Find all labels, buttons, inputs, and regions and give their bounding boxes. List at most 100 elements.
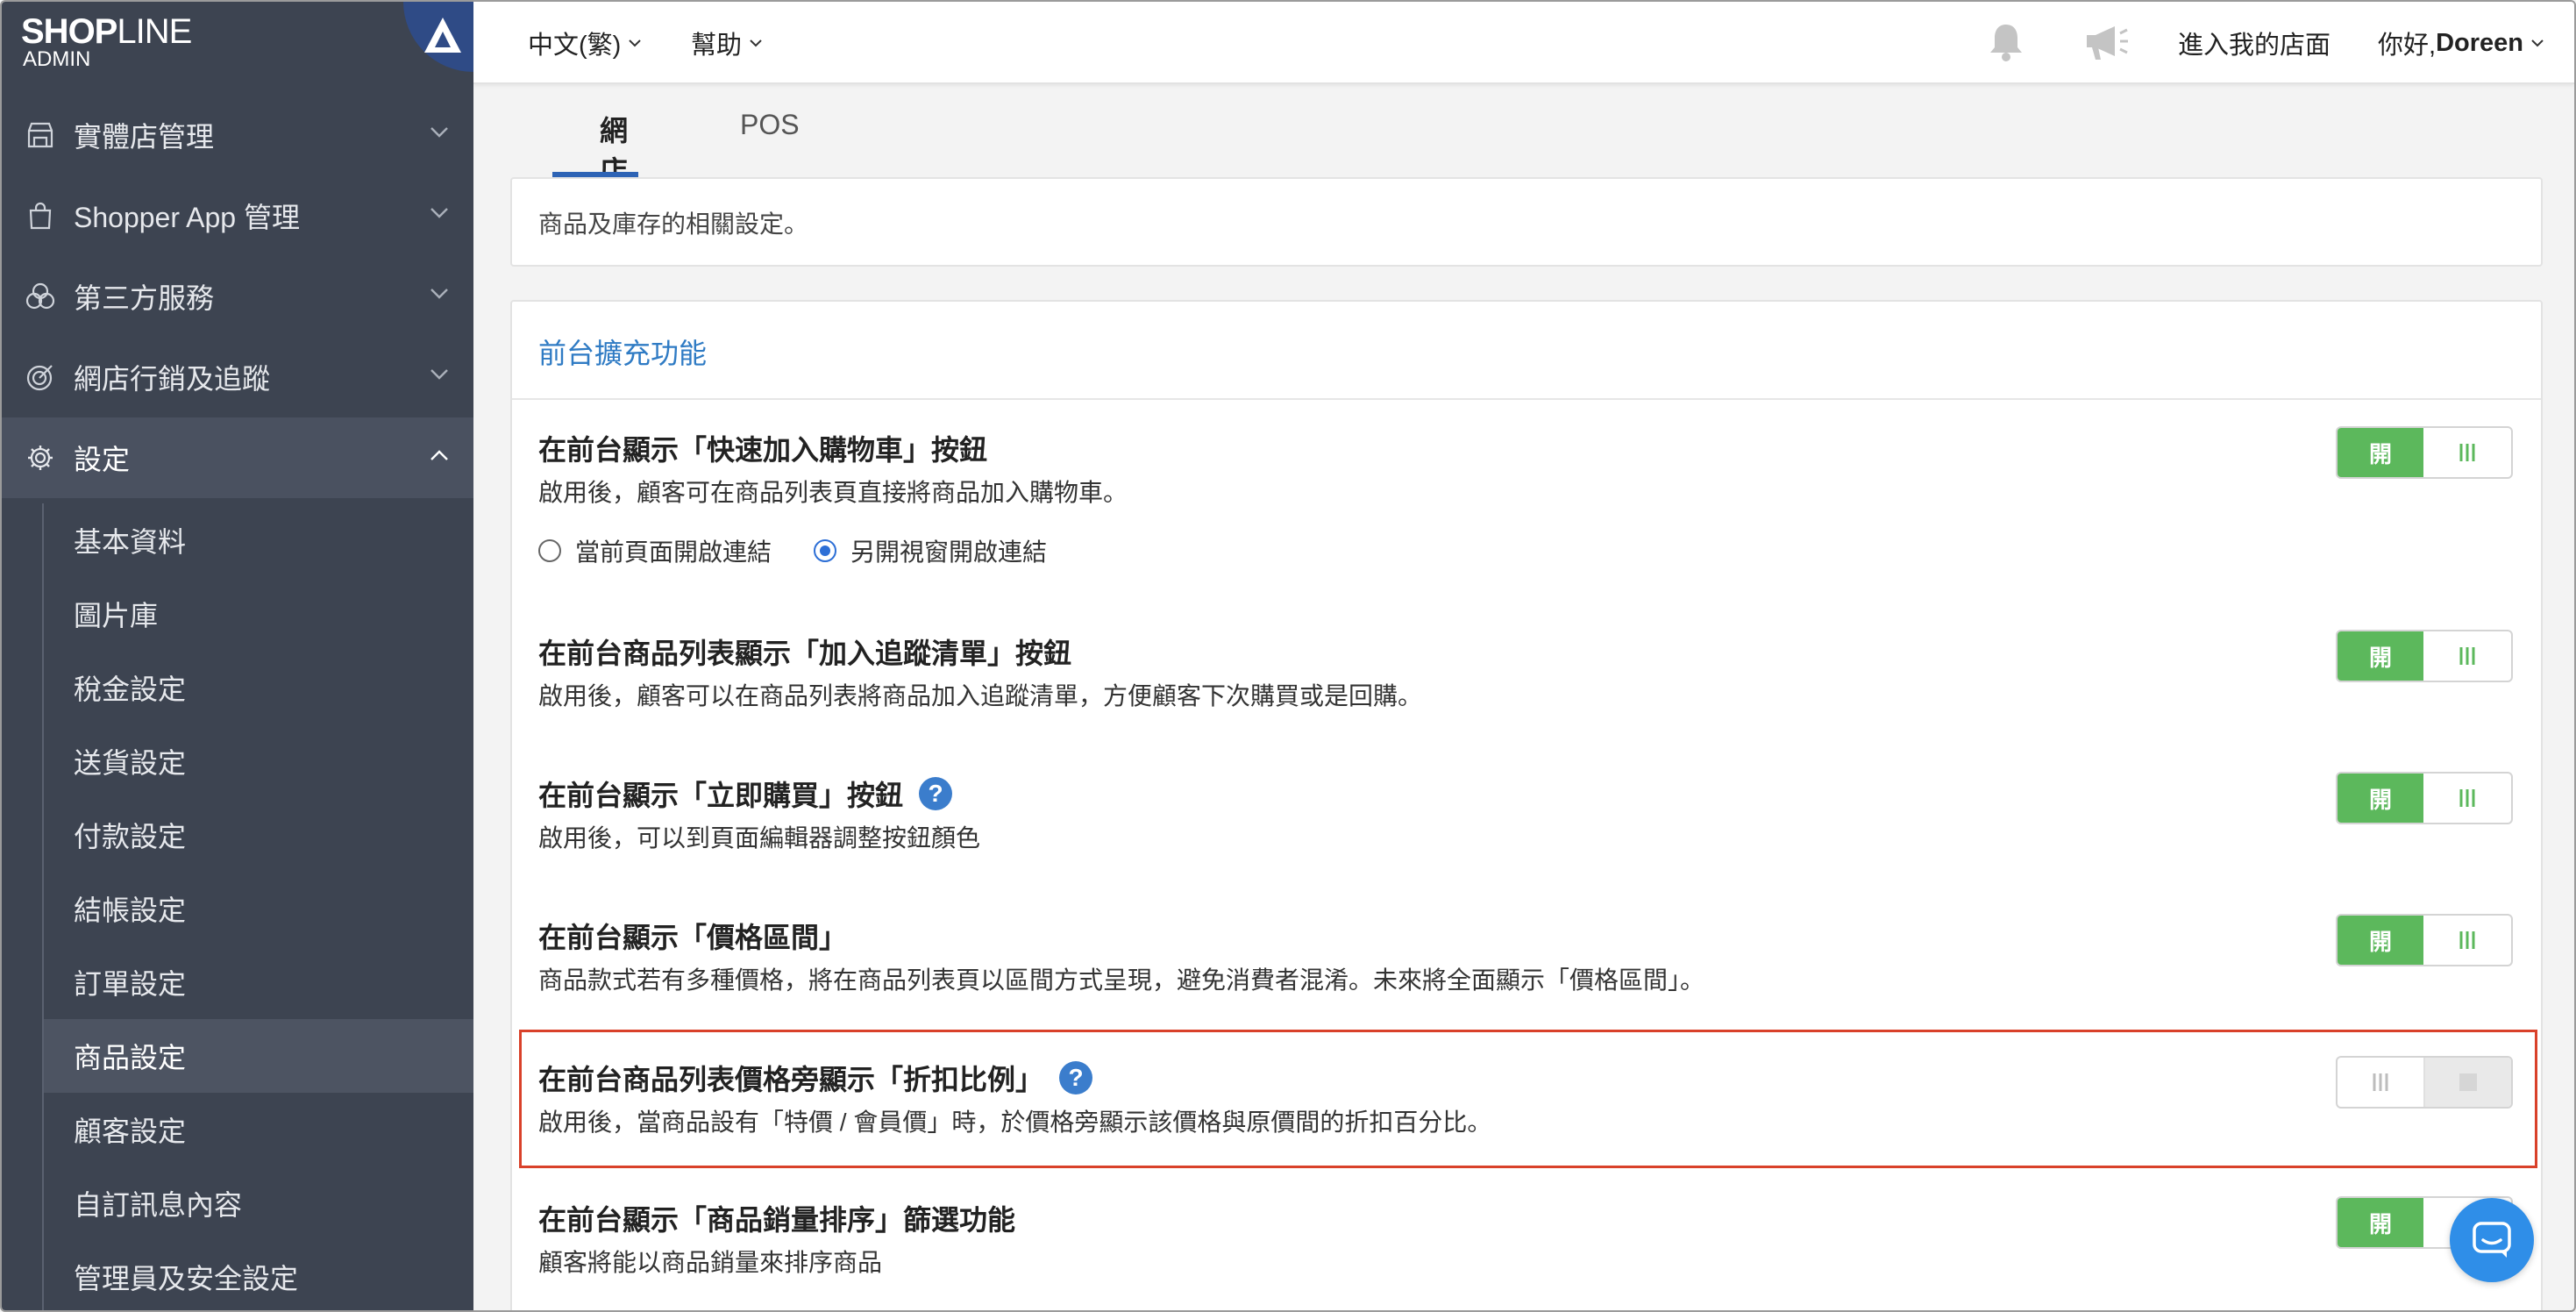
gear-icon [23, 440, 58, 475]
setting-row-quick-add-cart: 在前台顯示「快速加入購物車」按鈕 啟用後，顧客可在商品列表頁直接將商品加入購物車… [512, 398, 2541, 612]
logo-bold-text: SHOP [21, 12, 117, 51]
toggle-switch[interactable]: 開 [2336, 426, 2513, 479]
toggle-switch[interactable]: 開 [2336, 914, 2513, 966]
radio-current-page[interactable] [538, 539, 561, 562]
setting-title: 在前台商品列表價格旁顯示「折扣比例」 [538, 1064, 1044, 1095]
sub-item-image-library[interactable]: 圖片庫 [44, 577, 473, 651]
logo-sub-text: ADMIN [23, 47, 91, 71]
chevron-down-icon [431, 369, 448, 380]
setting-row-discount-ratio: 在前台商品列表價格旁顯示「折扣比例」 ? 啟用後，當商品設有「特價 / 會員價」… [512, 1037, 2541, 1180]
sidebar-item-label: 實體店管理 [74, 121, 215, 153]
grip-icon [2423, 631, 2511, 681]
logo-light-text: LINE [117, 12, 192, 51]
chat-launcher-button[interactable] [2450, 1198, 2534, 1282]
toggle-off-knob [2425, 1058, 2511, 1107]
logo[interactable]: SHOPLINE ADMIN [2, 2, 473, 81]
link-open-options: 當前頁面開啟連結 另開視窗開啟連結 [538, 533, 1089, 568]
app-window: SHOPLINE ADMIN 實體店管理 Shopper App 管理 第三方服… [0, 0, 2576, 1312]
toggle-on-label: 開 [2338, 916, 2423, 965]
language-label: 中文(繁) [528, 32, 622, 60]
user-menu[interactable]: 你好, Doreen [2378, 25, 2544, 61]
sub-item-payment-settings[interactable]: 付款設定 [44, 798, 473, 872]
sub-item-customer-settings[interactable]: 顧客設定 [44, 1093, 473, 1166]
chevron-down-icon [431, 208, 448, 218]
setting-description: 商品款式若有多種價格，將在商品列表頁以區間方式呈現，避免消費者混淆。未來將全面顯… [538, 966, 1705, 994]
chat-icon [2473, 1222, 2511, 1258]
sub-item-admin-security[interactable]: 管理員及安全設定 [44, 1240, 473, 1310]
mountain-logo-icon [424, 18, 461, 53]
store-icon [23, 118, 58, 153]
page-description: 商品及庫存的相關設定。 [538, 210, 809, 238]
setting-description: 啟用後，當商品設有「特價 / 會員價」時，於價格旁顯示該價格與原價間的折扣百分比… [538, 1109, 1492, 1136]
chevron-down-icon [431, 127, 448, 138]
greeting-text: 你好, [2378, 32, 2437, 60]
grip-icon [2423, 428, 2511, 477]
sidebar-nav: 實體店管理 Shopper App 管理 第三方服務 網店行銷及追蹤 設定 [2, 95, 473, 498]
sidebar-item-label: 網店行銷及追蹤 [74, 363, 271, 395]
megaphone-icon[interactable] [2080, 19, 2132, 65]
toggle-on-label: 開 [2338, 774, 2423, 823]
sidebar-item-third-party[interactable]: 第三方服務 [2, 256, 473, 337]
setting-row-price-range: 在前台顯示「價格區間」 商品款式若有多種價格，將在商品列表頁以區間方式呈現，避免… [512, 895, 2541, 1037]
setting-row-buy-now: 在前台顯示「立即購買」按鈕 ? 啟用後，可以到頁面編輯器調整按鈕顏色 開 [512, 752, 2541, 895]
setting-title: 在前台顯示「商品銷量排序」篩選功能 [538, 1204, 1016, 1236]
radio-label: 當前頁面開啟連結 [575, 538, 772, 566]
language-dropdown[interactable]: 中文(繁) [528, 25, 642, 61]
toggle-on-label: 開 [2338, 631, 2423, 681]
radio-new-window[interactable] [814, 539, 837, 562]
sub-item-tax-settings[interactable]: 稅金設定 [44, 651, 473, 724]
sub-item-checkout-settings[interactable]: 結帳設定 [44, 872, 473, 945]
settings-submenu: 基本資料 圖片庫 稅金設定 送貨設定 付款設定 結帳設定 訂單設定 商品設定 顧… [42, 503, 473, 1310]
grip-icon [2338, 1058, 2425, 1107]
setting-row-wishlist: 在前台商品列表顯示「加入追蹤清單」按鈕 啟用後，顧客可以在商品列表將商品加入追蹤… [512, 612, 2541, 752]
toggle-switch[interactable]: 開 [2336, 630, 2513, 682]
sub-item-custom-messages[interactable]: 自訂訊息內容 [44, 1166, 473, 1240]
target-icon [23, 360, 58, 395]
top-bar: 中文(繁) 幫助 進入我的店面 你好, Doreen [473, 2, 2574, 84]
sidebar-item-shopper-app[interactable]: Shopper App 管理 [2, 175, 473, 256]
sidebar-item-label: 第三方服務 [74, 282, 215, 314]
brand-corner-badge [403, 2, 473, 72]
sub-item-order-settings[interactable]: 訂單設定 [44, 945, 473, 1019]
setting-title: 在前台顯示「快速加入購物車」按鈕 [538, 434, 988, 466]
setting-description: 顧客將能以商品銷量來排序商品 [538, 1249, 883, 1276]
help-icon[interactable]: ? [1059, 1061, 1093, 1095]
sub-item-product-settings[interactable]: 商品設定 [44, 1019, 473, 1093]
section-title: 前台擴充功能 [538, 338, 708, 369]
sidebar-item-marketing[interactable]: 網店行銷及追蹤 [2, 337, 473, 417]
grip-icon [2423, 916, 2511, 965]
toggle-on-label: 開 [2338, 1198, 2423, 1247]
sub-item-delivery-settings[interactable]: 送貨設定 [44, 724, 473, 798]
sub-item-basic-info[interactable]: 基本資料 [44, 503, 473, 577]
chevron-down-icon [750, 39, 762, 47]
chevron-down-icon [2531, 39, 2544, 47]
enter-store-link[interactable]: 進入我的店面 [2178, 25, 2330, 61]
section-header: 前台擴充功能 [512, 302, 2541, 400]
bell-icon[interactable] [1982, 19, 2031, 65]
description-card: 商品及庫存的相關設定。 [510, 177, 2543, 267]
chevron-down-icon [629, 39, 642, 47]
tab-pos[interactable]: POS [740, 109, 800, 141]
setting-description: 啟用後，可以到頁面編輯器調整按鈕顏色 [538, 824, 981, 852]
toggle-on-label: 開 [2338, 428, 2423, 477]
setting-description: 啟用後，顧客可在商品列表頁直接將商品加入購物車。 [538, 479, 1128, 506]
shopping-bag-icon [23, 198, 58, 233]
setting-title-wrap: 在前台商品列表價格旁顯示「折扣比例」 ? [538, 1058, 1093, 1098]
user-name: Doreen [2436, 28, 2523, 57]
help-icon[interactable]: ? [919, 777, 953, 810]
chevron-up-icon [431, 450, 448, 460]
help-dropdown[interactable]: 幫助 [691, 25, 763, 61]
enter-store-label: 進入我的店面 [2178, 32, 2331, 60]
setting-title: 在前台商品列表顯示「加入追蹤清單」按鈕 [538, 638, 1072, 669]
sidebar-item-store-management[interactable]: 實體店管理 [2, 95, 473, 175]
main-content: 網店 POS 商品及庫存的相關設定。 前台擴充功能 在前台顯示「快速加入購物車」… [473, 84, 2574, 1310]
sidebar-item-settings[interactable]: 設定 [2, 417, 473, 498]
setting-row-sales-sort: 在前台顯示「商品銷量排序」篩選功能 顧客將能以商品銷量來排序商品 開 [512, 1180, 2541, 1310]
radio-label: 另開視窗開啟連結 [850, 538, 1048, 566]
toggle-switch-off[interactable] [2336, 1056, 2513, 1109]
setting-title: 在前台顯示「價格區間」 [538, 922, 848, 953]
setting-title-wrap: 在前台顯示「立即購買」按鈕 ? [538, 774, 953, 814]
sidebar-item-label: Shopper App 管理 [74, 202, 300, 233]
toggle-switch[interactable]: 開 [2336, 772, 2513, 824]
sidebar-item-label: 設定 [74, 444, 131, 475]
